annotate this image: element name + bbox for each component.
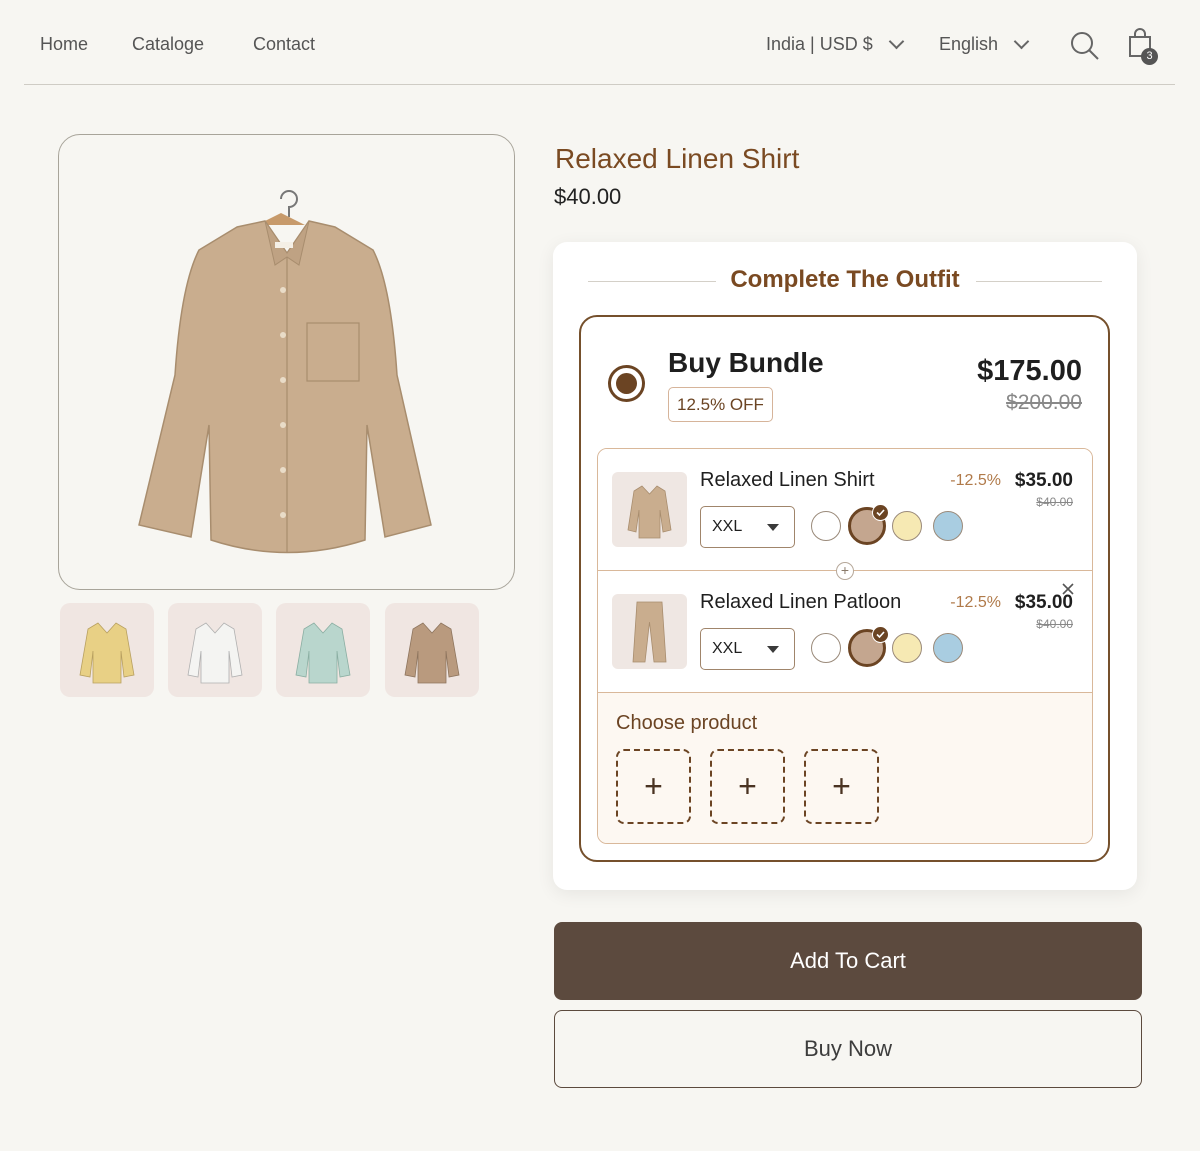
thumbnail-yellow-shirt[interactable] <box>60 603 154 697</box>
nav-catalog-link[interactable]: Cataloge <box>132 34 204 55</box>
bundle-old-price: $200.00 <box>1006 391 1082 414</box>
chevron-down-icon <box>888 33 905 50</box>
add-product-slot[interactable]: + <box>616 749 691 824</box>
item-name: Relaxed Linen Patloon <box>700 591 902 613</box>
product-title: Relaxed Linen Shirt <box>555 143 800 174</box>
add-product-slot[interactable]: + <box>710 749 785 824</box>
color-swatch-cream[interactable] <box>892 511 922 541</box>
bundle-item-row: Relaxed Linen Shirt -12.5% $35.00 $40.00… <box>598 449 1092 571</box>
add-separator-icon: + <box>836 562 854 580</box>
item-price: $35.00 <box>1014 470 1073 491</box>
color-swatch-tan[interactable] <box>848 626 889 667</box>
size-value: XXL <box>712 518 743 535</box>
search-icon <box>1071 32 1099 60</box>
color-swatch-white[interactable] <box>811 633 841 663</box>
item-thumbnail <box>612 472 687 547</box>
region-selector[interactable]: India | USD $ <box>766 33 905 55</box>
thumbnail-mint-shirt[interactable] <box>276 603 370 697</box>
shirt-thumbnail-image <box>627 485 672 539</box>
product-price: $40.00 <box>554 184 622 209</box>
color-swatch-cream[interactable] <box>892 633 922 663</box>
search-button[interactable] <box>1070 31 1100 66</box>
checkmark-icon <box>872 504 889 521</box>
top-nav: Home Cataloge Contact India | USD $ Engl… <box>24 0 1175 85</box>
item-old-price: $40.00 <box>1036 617 1073 631</box>
bundle-option[interactable]: Buy Bundle 12.5% OFF $175.00 $200.00 Rel… <box>579 315 1110 862</box>
discount-badge: 12.5% OFF <box>668 387 773 422</box>
thumbnail-tan-shirt[interactable] <box>385 603 479 697</box>
item-thumbnail <box>612 594 687 669</box>
shirt-thumbnail-image <box>79 622 135 684</box>
add-product-slot[interactable]: + <box>804 749 879 824</box>
item-name: Relaxed Linen Shirt <box>700 469 875 491</box>
bundle-items: Relaxed Linen Shirt -12.5% $35.00 $40.00… <box>597 448 1093 844</box>
choose-product-area: Choose product + + + <box>598 693 1092 843</box>
size-value: XXL <box>712 640 743 657</box>
language-label: English <box>939 34 999 54</box>
trousers-thumbnail-image <box>632 601 667 663</box>
color-swatch-white[interactable] <box>811 511 841 541</box>
radio-dot-icon <box>616 373 637 394</box>
language-selector[interactable]: English <box>939 33 1030 55</box>
bundle-item-row: Relaxed Linen Patloon -12.5% $35.00 $40.… <box>598 571 1092 693</box>
nav-contact-link[interactable]: Contact <box>253 34 315 55</box>
bundle-title: Buy Bundle <box>668 347 824 378</box>
choose-product-label: Choose product <box>616 712 758 734</box>
buy-now-button[interactable]: Buy Now <box>554 1010 1142 1088</box>
color-swatch-blue[interactable] <box>933 633 963 663</box>
bundle-card: Complete The Outfit Buy Bundle 12.5% OFF… <box>553 242 1137 890</box>
thumbnail-white-shirt[interactable] <box>168 603 262 697</box>
add-to-cart-button[interactable]: Add To Cart <box>554 922 1142 1000</box>
checkmark-icon <box>872 626 889 643</box>
bundle-radio[interactable] <box>608 365 645 402</box>
chevron-down-icon <box>1013 33 1030 50</box>
cart-count-badge: 3 <box>1141 48 1158 65</box>
cart-button[interactable]: 3 <box>1128 28 1162 68</box>
caret-down-icon <box>767 646 779 653</box>
shirt-thumbnail-image <box>404 622 460 684</box>
size-select[interactable]: XXL <box>700 628 795 670</box>
section-heading: Complete The Outfit <box>730 266 960 293</box>
shirt-thumbnail-image <box>187 622 243 684</box>
item-price: $35.00 <box>1014 592 1073 613</box>
region-label: India | USD $ <box>766 34 873 54</box>
size-select[interactable]: XXL <box>700 506 795 548</box>
bundle-price: $175.00 <box>977 355 1082 387</box>
item-old-price: $40.00 <box>1036 495 1073 509</box>
main-product-image[interactable] <box>58 134 515 590</box>
shirt-image <box>138 190 432 554</box>
color-swatch-tan[interactable] <box>848 504 889 545</box>
shirt-thumbnail-image <box>295 622 351 684</box>
item-discount: -12.5% <box>950 594 1001 611</box>
nav-home-link[interactable]: Home <box>40 34 88 55</box>
caret-down-icon <box>767 524 779 531</box>
item-discount: -12.5% <box>950 472 1001 489</box>
color-swatch-blue[interactable] <box>933 511 963 541</box>
